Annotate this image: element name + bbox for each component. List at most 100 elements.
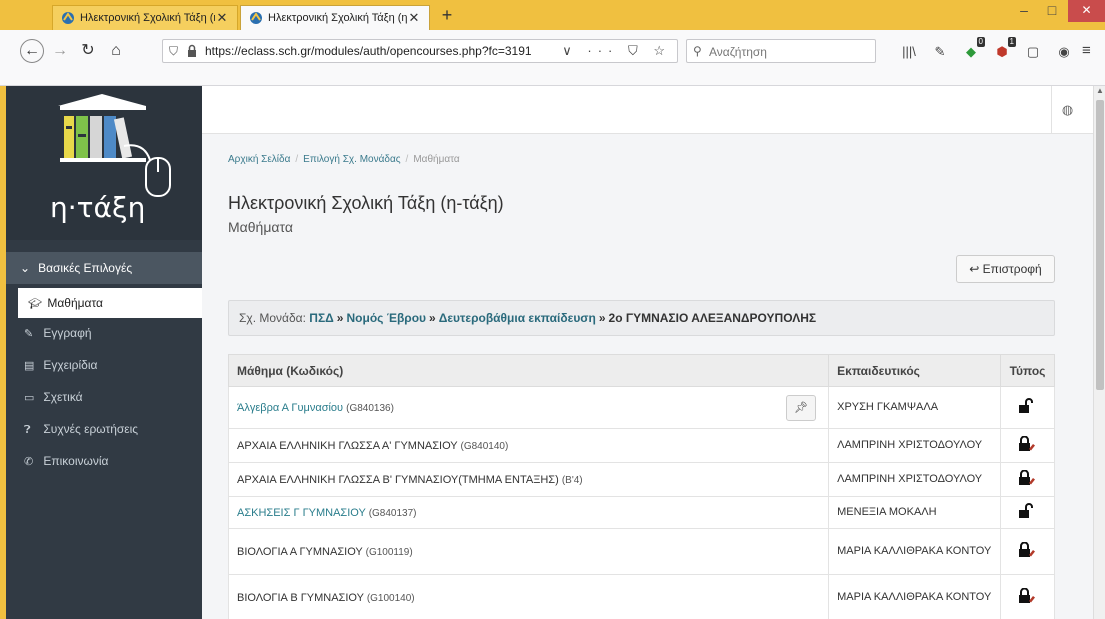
window-minimize-button[interactable]: – [1010, 0, 1038, 22]
course-code: (G840137) [368, 507, 417, 519]
column-header-course[interactable]: Μάθημα (Κωδικός) [227, 354, 830, 387]
type-cell [999, 462, 1056, 497]
browser-tab-bar: Ηλεκτρονική Σχολική Τάξη (η-τ ✕ Ηλεκτρον… [0, 0, 1105, 30]
course-code: (Β'4) [561, 474, 583, 486]
sidebar-section-header[interactable]: ⌄ Βασικές Επιλογές [6, 252, 202, 284]
table-row: ΒΙΟΛΟΓΙΑ Β ΓΥΜΝΑΣΙΟΥ (G100140) ΜΑΡΙΑ ΚΑΛΛ… [227, 574, 1056, 619]
window-maximize-button[interactable]: □ [1038, 0, 1066, 22]
adblock-icon[interactable]: ⬢ 1 [993, 37, 1016, 61]
pin-course-button[interactable]: 📌︎ [786, 395, 817, 421]
scroll-up-icon[interactable]: ▲ [1094, 86, 1105, 98]
sidebar-item-manuals[interactable]: ▤ Εγχειρίδια [6, 350, 202, 380]
tab-title: Ηλεκτρονική Σχολική Τάξη (η-τ [268, 12, 407, 24]
sidebar-item-label: Επικοινωνία [43, 454, 109, 468]
teacher-cell: ΛΑΜΠΡΙΝΗ ΧΡΙΣΤΟΔΟΥΛΟΥ [828, 462, 1001, 497]
window-close-button[interactable]: ✕ [1068, 0, 1105, 22]
graduation-cap-icon: 🎓︎ [28, 298, 42, 310]
page-title: Ηλεκτρονική Σχολική Τάξη (η-τάξη) [228, 193, 504, 213]
column-header-type[interactable]: Τύπος [999, 354, 1056, 387]
file-icon: ▤ [24, 360, 35, 372]
course-cell: ΑΡΧΑΙΑ ΕΛΛΗΝΙΚΗ ΓΛΩΣΣΑ Β' ΓΥΜΝΑΣΙΟΥ(ΤΜΗΜ… [227, 462, 830, 497]
sidebar-item-label: Σχετικά [43, 390, 83, 404]
forward-arrow-icon[interactable]: → [48, 39, 72, 63]
eyedropper-icon[interactable]: ✎ [931, 43, 949, 61]
course-title[interactable]: ΑΣΚΗΣΕΙΣ Γ ΓΥΜΝΑΣΙΟΥ [237, 507, 366, 519]
sidebar-item-label: Συχνές ερωτήσεις [43, 422, 139, 436]
course-cell: ΒΙΟΛΟΓΙΑ Β ΓΥΜΝΑΣΙΟΥ (G100140) [227, 574, 830, 619]
sidebar-item-faq[interactable]: ❓︎ Συχνές ερωτήσεις [6, 414, 202, 444]
back-arrow-icon[interactable]: ← [20, 39, 44, 63]
teacher-cell: ΜΑΡΙΑ ΚΑΛΛΙΘΡΑΚΑ ΚΟΝΤΟΥ [828, 574, 1001, 619]
address-bar[interactable]: ⛉ https://eclass.sch.gr/modules/auth/ope… [162, 39, 678, 63]
tracking-shield-icon[interactable]: ⛉ [169, 44, 178, 59]
browser-navigation-bar: ← → ↻ ⌂ ⛉ https://eclass.sch.gr/modules/… [0, 30, 1105, 86]
back-button[interactable]: ↩ Επιστροφή [956, 255, 1055, 283]
browser-tab[interactable]: Ηλεκτρονική Σχολική Τάξη (η-τ ✕ [52, 5, 238, 30]
breadcrumb-unit-link[interactable]: Επιλογή Σχ. Μονάδας [303, 154, 400, 165]
registration-lock-icon [1018, 470, 1036, 489]
registration-lock-icon [1018, 436, 1036, 455]
main-content: Αρχική Σελίδα / Επιλογή Σχ. Μονάδας / Μαθήμα… [202, 134, 1093, 619]
table-row: Άλγεβρα Α Γυμνασίου (G840136) 📌︎ ΧΡΥΣΗ ΓΚΑ… [227, 386, 1056, 429]
thumbtack-icon: 📌︎ [794, 402, 809, 414]
unit-link-level[interactable]: Δευτεροβάθμια εκπαίδευση [439, 311, 596, 325]
site-header: ◍ [202, 86, 1093, 134]
search-bar[interactable]: ⚲ Αναζήτηση [686, 39, 876, 63]
course-title: ΒΙΟΛΟΓΙΑ Β ΓΥΜΝΑΣΙΟΥ [237, 591, 364, 604]
breadcrumb-home-link[interactable]: Αρχική Σελίδα [228, 154, 290, 165]
unit-school-name: 2ο ΓΥΜΝΑΣΙΟ ΑΛΕΞΑΝΔΡΟΥΠΟΛΗΣ [608, 311, 817, 325]
course-cell: Άλγεβρα Α Γυμνασίου (G840136) 📌︎ [227, 386, 830, 429]
back-button-label: Επιστροφή [982, 262, 1042, 276]
browser-toolbar-icons: |||\ ✎ ◆ 0 ⬢ 1 ▢ ◉ [900, 37, 1073, 62]
sidebar-item-courses[interactable]: 🎓︎ Μαθήματα [18, 288, 202, 318]
unit-link-psd[interactable]: ΠΣΔ [309, 311, 334, 325]
tab-close-icon[interactable]: ✕ [215, 10, 229, 26]
site-logo[interactable]: η·τάξη [6, 86, 202, 240]
sidebar-item-contact[interactable]: ✆ Επικοινωνία [6, 446, 202, 476]
hamburger-menu-icon[interactable]: ≡ [1082, 42, 1091, 59]
tab-close-icon[interactable]: ✕ [407, 10, 421, 26]
teacher-cell: ΧΡΥΣΗ ΓΚΑΜΨΑΛΑ [828, 386, 1001, 429]
table-row: ΒΙΟΛΟΓΙΑ Α ΓΥΜΝΑΣΙΟΥ (G100119) ΜΑΡΙΑ ΚΑΛΛ… [227, 528, 1056, 575]
sidebar-item-register[interactable]: ✎ Εγγραφή [6, 318, 202, 348]
reply-arrow-icon: ↩ [969, 262, 980, 276]
registration-lock-icon [1018, 588, 1036, 607]
page-scrollbar[interactable]: ▲ [1093, 86, 1105, 619]
course-cell: ΑΣΚΗΣΕΙΣ Γ ΓΥΜΝΑΣΙΟΥ (G840137) [227, 496, 830, 529]
sidebar-item-label: Εγχειρίδια [43, 358, 98, 372]
extension-icon[interactable]: ◆ 0 [962, 37, 985, 61]
search-placeholder: Αναζήτηση [709, 45, 767, 59]
table-header-row: Μάθημα (Κωδικός) Εκπαιδευτικός Τύπος [227, 354, 1056, 387]
url-text[interactable]: https://eclass.sch.gr/modules/auth/openc… [205, 44, 532, 58]
type-cell [999, 428, 1056, 463]
course-title: ΒΙΟΛΟΓΙΑ Α ΓΥΜΝΑΣΙΟΥ [237, 545, 363, 558]
column-header-teacher[interactable]: Εκπαιδευτικός [828, 354, 1001, 387]
course-code: (G840136) [346, 402, 394, 414]
home-icon[interactable]: ⌂ [104, 39, 128, 63]
course-title: ΑΡΧΑΙΑ ΕΛΛΗΝΙΚΗ ΓΛΩΣΣΑ Α' ΓΥΜΝΑΣΙΟΥ [237, 439, 458, 452]
page-actions-icons[interactable]: ∨ ··· ⛉ ☆ [562, 43, 671, 59]
reload-icon[interactable]: ↻ [76, 39, 100, 63]
scroll-thumb[interactable] [1096, 100, 1104, 390]
tab-title: Ηλεκτρονική Σχολική Τάξη (η-τ [80, 12, 215, 24]
browser-tab-active[interactable]: Ηλεκτρονική Σχολική Τάξη (η-τ ✕ [240, 5, 430, 30]
course-title: ΑΡΧΑΙΑ ΕΛΛΗΝΙΚΗ ΓΛΩΣΣΑ Β' ΓΥΜΝΑΣΙΟΥ(ΤΜΗΜ… [237, 473, 559, 486]
breadcrumb: Αρχική Σελίδα / Επιλογή Σχ. Μονάδας / Μαθήμα… [228, 154, 460, 165]
course-code: (G840140) [460, 440, 509, 452]
course-title[interactable]: Άλγεβρα Α Γυμνασίου [237, 402, 343, 414]
library-icon[interactable]: |||\ [900, 43, 918, 61]
course-code: (G100140) [366, 592, 415, 604]
globe-language-icon[interactable]: ◍ [1051, 86, 1083, 134]
account-icon[interactable]: ◉ [1055, 43, 1073, 61]
unit-link-prefecture[interactable]: Νομός Έβρου [346, 311, 426, 325]
reader-view-icon[interactable]: ▢ [1024, 43, 1042, 61]
new-tab-button[interactable]: + [436, 5, 458, 27]
table-row: ΑΡΧΑΙΑ ΕΛΛΗΝΙΚΗ ΓΛΩΣΣΑ Β' ΓΥΜΝΑΣΙΟΥ(ΤΜΗΜ… [227, 462, 1056, 497]
open-lock-icon [1018, 398, 1036, 417]
sidebar-item-label: Μαθήματα [47, 296, 103, 310]
lock-icon[interactable] [187, 44, 197, 58]
teacher-cell: ΜΑΡΙΑ ΚΑΛΛΙΘΡΑΚΑ ΚΟΝΤΟΥ [828, 528, 1001, 575]
sidebar-item-about[interactable]: ▭ Σχετικά [6, 382, 202, 412]
site-favicon-icon [62, 12, 74, 24]
logo-text: η·τάξη [50, 191, 146, 224]
